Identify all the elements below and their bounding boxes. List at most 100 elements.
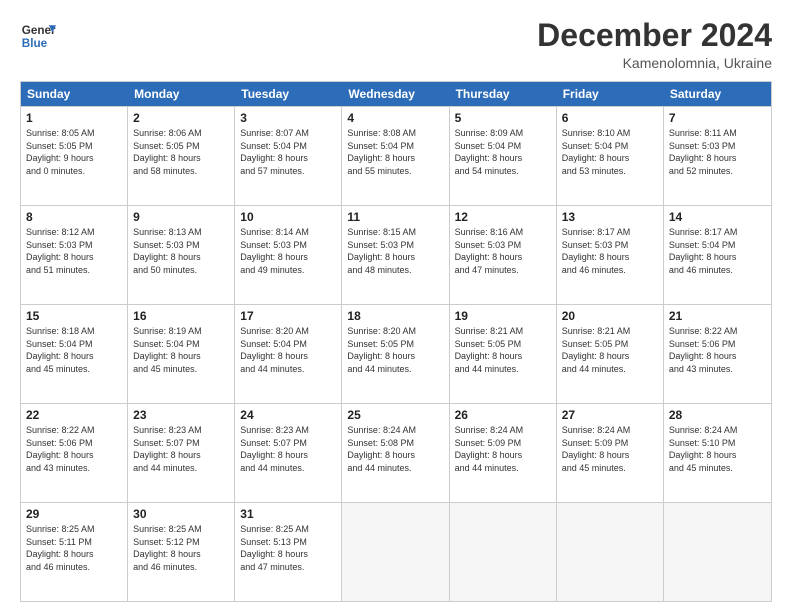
day-number: 7 xyxy=(669,111,766,125)
calendar-cell xyxy=(342,503,449,601)
calendar-cell: 12 Sunrise: 8:16 AMSunset: 5:03 PMDayligh… xyxy=(450,206,557,304)
calendar-cell: 13 Sunrise: 8:17 AMSunset: 5:03 PMDayligh… xyxy=(557,206,664,304)
calendar-day-header: Saturday xyxy=(664,82,771,106)
day-number: 17 xyxy=(240,309,336,323)
calendar-cell xyxy=(450,503,557,601)
day-info: Sunrise: 8:07 AMSunset: 5:04 PMDaylight:… xyxy=(240,127,336,177)
day-number: 24 xyxy=(240,408,336,422)
day-info: Sunrise: 8:15 AMSunset: 5:03 PMDaylight:… xyxy=(347,226,443,276)
page: General Blue December 2024 Kamenolomnia,… xyxy=(0,0,792,612)
calendar-cell: 18Sunrise: 8:20 AMSunset: 5:05 PMDayligh… xyxy=(342,305,449,403)
calendar-cell: 30Sunrise: 8:25 AMSunset: 5:12 PMDayligh… xyxy=(128,503,235,601)
calendar-day-header: Monday xyxy=(128,82,235,106)
calendar-cell: 23 Sunrise: 8:23 AMSunset: 5:07 PMDayligh… xyxy=(128,404,235,502)
calendar-cell xyxy=(664,503,771,601)
calendar-week-row: 29 Sunrise: 8:25 AMSunset: 5:11 PMDayligh… xyxy=(21,502,771,601)
day-number: 27 xyxy=(562,408,658,422)
calendar-cell: 22 Sunrise: 8:22 AMSunset: 5:06 PMDayligh… xyxy=(21,404,128,502)
day-info: Sunrise: 8:21 AMSunset: 5:05 PMDaylight:… xyxy=(455,325,551,375)
day-number: 10 xyxy=(240,210,336,224)
calendar-cell: 31Sunrise: 8:25 AMSunset: 5:13 PMDayligh… xyxy=(235,503,342,601)
calendar-cell: 15Sunrise: 8:18 AMSunset: 5:04 PMDayligh… xyxy=(21,305,128,403)
day-info: Sunrise: 8:24 AMSunset: 5:10 PMDaylight:… xyxy=(669,424,766,474)
calendar-cell: 29 Sunrise: 8:25 AMSunset: 5:11 PMDayligh… xyxy=(21,503,128,601)
svg-text:Blue: Blue xyxy=(22,37,48,50)
day-info: Sunrise: 8:09 AMSunset: 5:04 PMDaylight:… xyxy=(455,127,551,177)
day-info: Sunrise: 8:12 AMSunset: 5:03 PMDaylight:… xyxy=(26,226,122,276)
day-info: Sunrise: 8:18 AMSunset: 5:04 PMDaylight:… xyxy=(26,325,122,375)
day-number: 11 xyxy=(347,210,443,224)
calendar-week-row: 15Sunrise: 8:18 AMSunset: 5:04 PMDayligh… xyxy=(21,304,771,403)
calendar-day-header: Sunday xyxy=(21,82,128,106)
day-info: Sunrise: 8:08 AMSunset: 5:04 PMDaylight:… xyxy=(347,127,443,177)
calendar-week-row: 1Sunrise: 8:05 AMSunset: 5:05 PMDaylight… xyxy=(21,106,771,205)
day-number: 16 xyxy=(133,309,229,323)
day-number: 12 xyxy=(455,210,551,224)
main-title: December 2024 xyxy=(537,18,772,53)
calendar-cell: 26Sunrise: 8:24 AMSunset: 5:09 PMDayligh… xyxy=(450,404,557,502)
day-info: Sunrise: 8:05 AMSunset: 5:05 PMDaylight:… xyxy=(26,127,122,177)
day-number: 4 xyxy=(347,111,443,125)
title-block: December 2024 Kamenolomnia, Ukraine xyxy=(537,18,772,71)
calendar-cell: 19 Sunrise: 8:21 AMSunset: 5:05 PMDayligh… xyxy=(450,305,557,403)
day-number: 6 xyxy=(562,111,658,125)
calendar-cell: 5 Sunrise: 8:09 AMSunset: 5:04 PMDaylight… xyxy=(450,107,557,205)
day-info: Sunrise: 8:25 AMSunset: 5:11 PMDaylight:… xyxy=(26,523,122,573)
calendar-day-header: Tuesday xyxy=(235,82,342,106)
day-info: Sunrise: 8:16 AMSunset: 5:03 PMDaylight:… xyxy=(455,226,551,276)
day-number: 28 xyxy=(669,408,766,422)
day-info: Sunrise: 8:19 AMSunset: 5:04 PMDaylight:… xyxy=(133,325,229,375)
calendar-week-row: 8 Sunrise: 8:12 AMSunset: 5:03 PMDaylight… xyxy=(21,205,771,304)
logo: General Blue xyxy=(20,18,56,54)
day-info: Sunrise: 8:24 AMSunset: 5:09 PMDaylight:… xyxy=(562,424,658,474)
calendar-cell: 1Sunrise: 8:05 AMSunset: 5:05 PMDaylight… xyxy=(21,107,128,205)
day-number: 21 xyxy=(669,309,766,323)
day-number: 19 xyxy=(455,309,551,323)
logo-icon: General Blue xyxy=(20,18,56,54)
calendar-cell: 2Sunrise: 8:06 AMSunset: 5:05 PMDaylight… xyxy=(128,107,235,205)
calendar-week-row: 22 Sunrise: 8:22 AMSunset: 5:06 PMDayligh… xyxy=(21,403,771,502)
calendar-cell: 16 Sunrise: 8:19 AMSunset: 5:04 PMDayligh… xyxy=(128,305,235,403)
day-number: 29 xyxy=(26,507,122,521)
calendar-cell: 11 Sunrise: 8:15 AMSunset: 5:03 PMDayligh… xyxy=(342,206,449,304)
day-number: 23 xyxy=(133,408,229,422)
day-info: Sunrise: 8:17 AMSunset: 5:03 PMDaylight:… xyxy=(562,226,658,276)
day-info: Sunrise: 8:13 AMSunset: 5:03 PMDaylight:… xyxy=(133,226,229,276)
header: General Blue December 2024 Kamenolomnia,… xyxy=(20,18,772,71)
day-info: Sunrise: 8:23 AMSunset: 5:07 PMDaylight:… xyxy=(240,424,336,474)
day-info: Sunrise: 8:23 AMSunset: 5:07 PMDaylight:… xyxy=(133,424,229,474)
calendar-cell: 27 Sunrise: 8:24 AMSunset: 5:09 PMDayligh… xyxy=(557,404,664,502)
day-info: Sunrise: 8:20 AMSunset: 5:04 PMDaylight:… xyxy=(240,325,336,375)
calendar-cell: 3 Sunrise: 8:07 AMSunset: 5:04 PMDaylight… xyxy=(235,107,342,205)
calendar-cell: 24 Sunrise: 8:23 AMSunset: 5:07 PMDayligh… xyxy=(235,404,342,502)
day-number: 20 xyxy=(562,309,658,323)
calendar-cell: 25Sunrise: 8:24 AMSunset: 5:08 PMDayligh… xyxy=(342,404,449,502)
day-number: 3 xyxy=(240,111,336,125)
day-info: Sunrise: 8:24 AMSunset: 5:09 PMDaylight:… xyxy=(455,424,551,474)
day-number: 9 xyxy=(133,210,229,224)
day-number: 8 xyxy=(26,210,122,224)
day-number: 13 xyxy=(562,210,658,224)
day-number: 18 xyxy=(347,309,443,323)
calendar-cell: 20Sunrise: 8:21 AMSunset: 5:05 PMDayligh… xyxy=(557,305,664,403)
calendar-day-header: Thursday xyxy=(450,82,557,106)
day-number: 5 xyxy=(455,111,551,125)
day-info: Sunrise: 8:22 AMSunset: 5:06 PMDaylight:… xyxy=(26,424,122,474)
calendar-cell: 9 Sunrise: 8:13 AMSunset: 5:03 PMDaylight… xyxy=(128,206,235,304)
calendar-cell: 7Sunrise: 8:11 AMSunset: 5:03 PMDaylight… xyxy=(664,107,771,205)
calendar-cell xyxy=(557,503,664,601)
calendar-cell: 4 Sunrise: 8:08 AMSunset: 5:04 PMDaylight… xyxy=(342,107,449,205)
day-info: Sunrise: 8:24 AMSunset: 5:08 PMDaylight:… xyxy=(347,424,443,474)
day-info: Sunrise: 8:10 AMSunset: 5:04 PMDaylight:… xyxy=(562,127,658,177)
day-number: 14 xyxy=(669,210,766,224)
day-number: 22 xyxy=(26,408,122,422)
calendar-body: 1Sunrise: 8:05 AMSunset: 5:05 PMDaylight… xyxy=(21,106,771,601)
day-info: Sunrise: 8:25 AMSunset: 5:12 PMDaylight:… xyxy=(133,523,229,573)
calendar-day-header: Wednesday xyxy=(342,82,449,106)
calendar-cell: 28 Sunrise: 8:24 AMSunset: 5:10 PMDayligh… xyxy=(664,404,771,502)
day-info: Sunrise: 8:25 AMSunset: 5:13 PMDaylight:… xyxy=(240,523,336,573)
day-number: 2 xyxy=(133,111,229,125)
day-info: Sunrise: 8:22 AMSunset: 5:06 PMDaylight:… xyxy=(669,325,766,375)
calendar-cell: 8 Sunrise: 8:12 AMSunset: 5:03 PMDaylight… xyxy=(21,206,128,304)
subtitle: Kamenolomnia, Ukraine xyxy=(537,55,772,71)
